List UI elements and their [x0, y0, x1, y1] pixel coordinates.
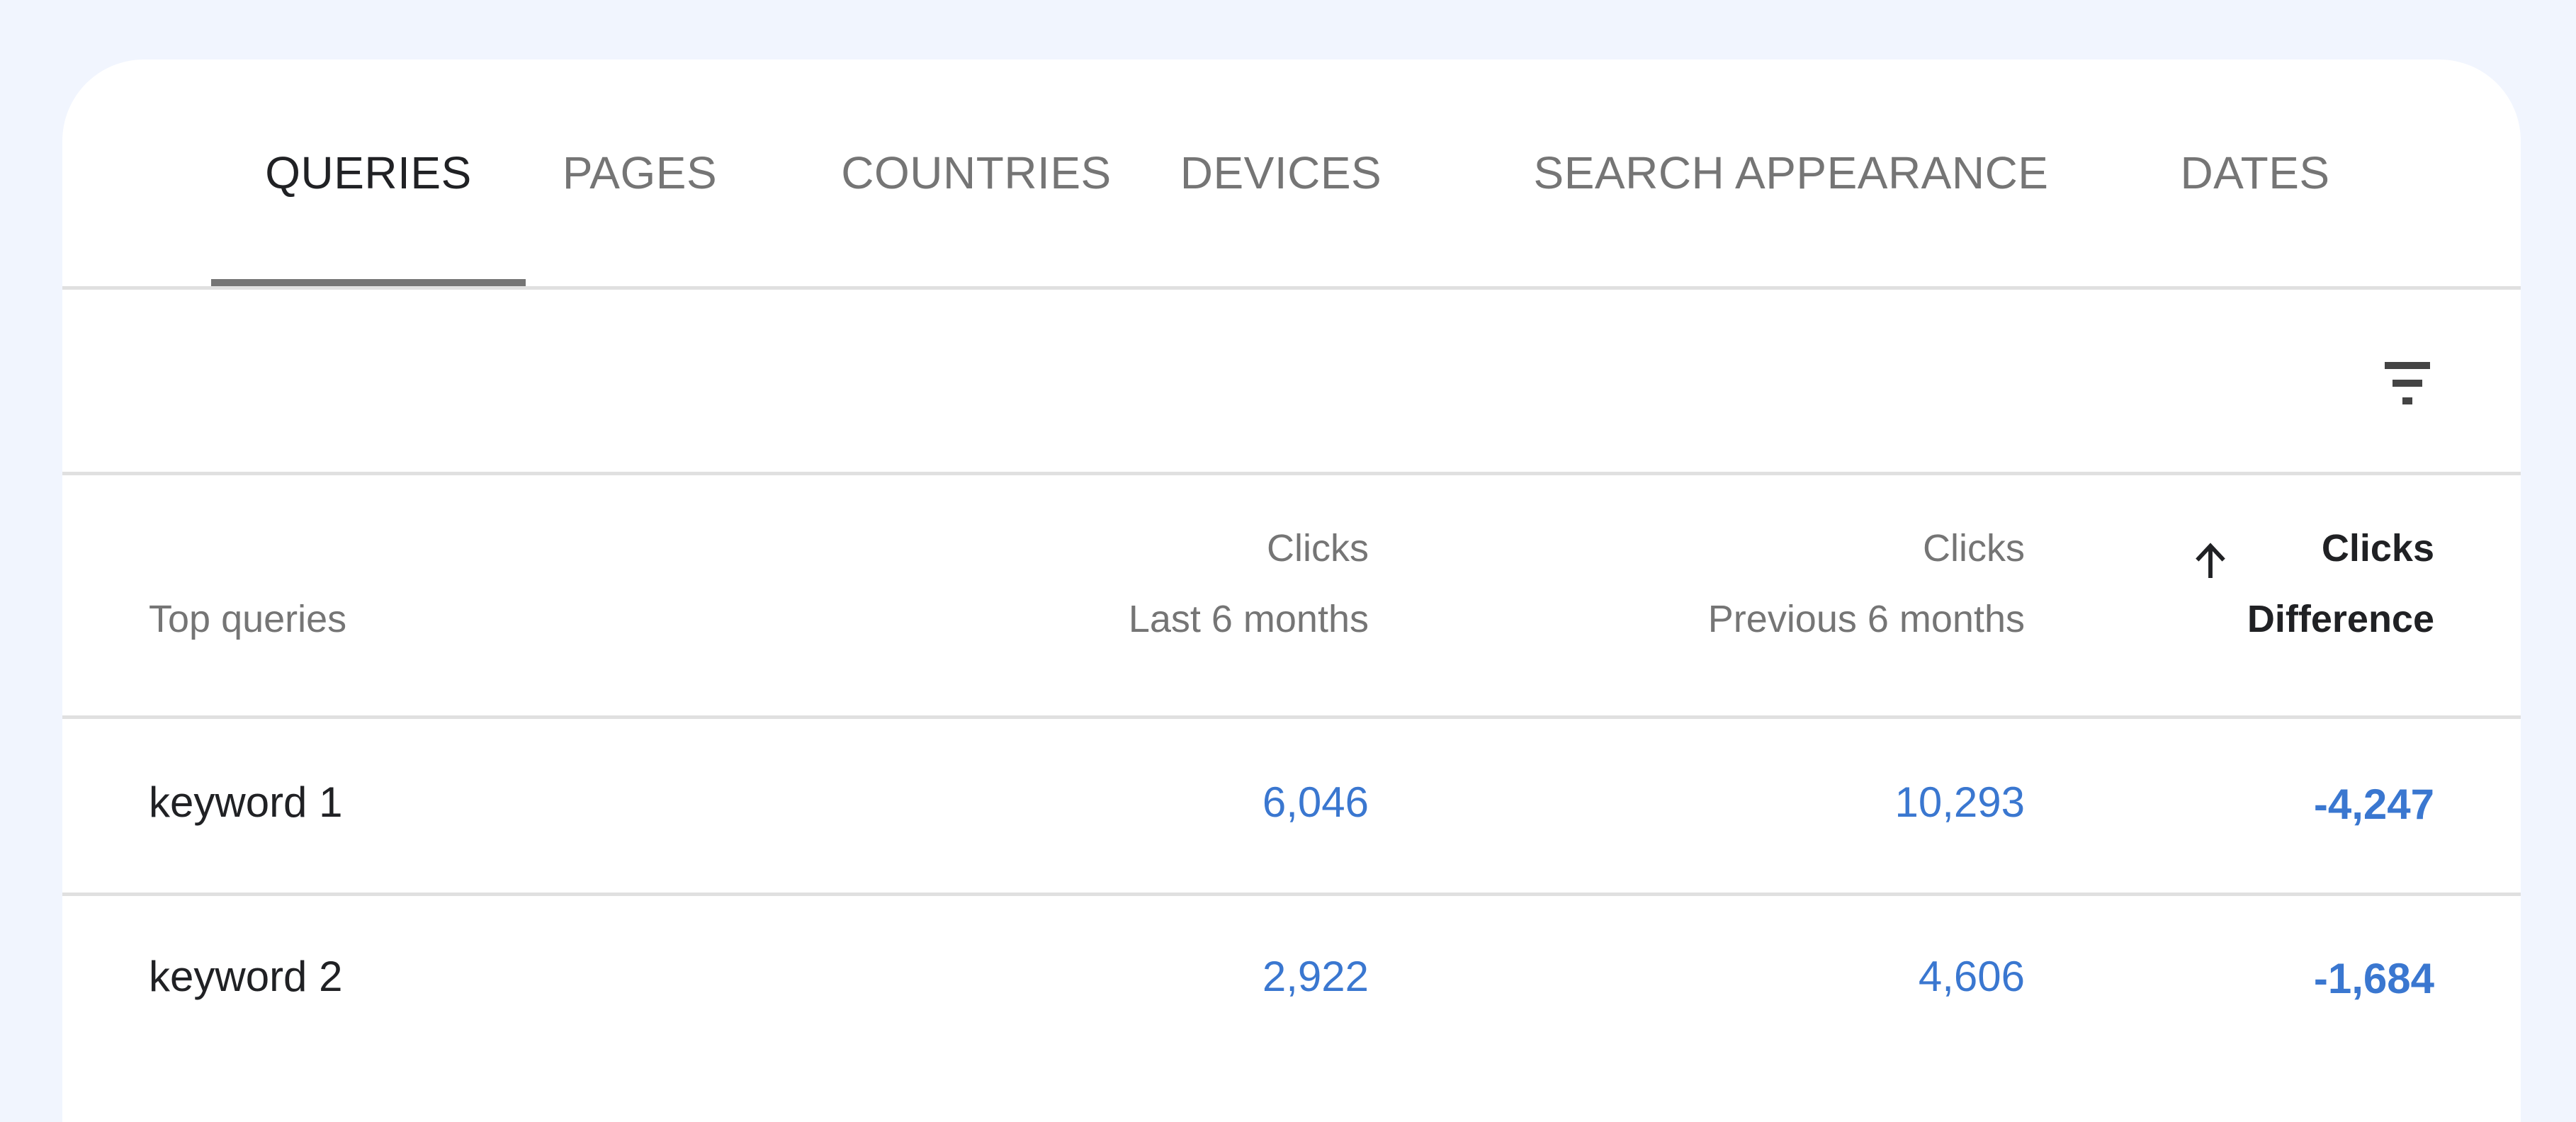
tab-dates[interactable]: DATES — [2167, 60, 2344, 286]
query-cell: keyword 2 — [149, 953, 343, 1000]
active-tab-indicator — [211, 279, 526, 286]
filter-button[interactable] — [2365, 343, 2450, 428]
column-header-clicks-difference-line2[interactable]: Difference — [2247, 584, 2434, 654]
column-header-clicks-last-line2[interactable]: Last 6 months — [1129, 584, 1369, 654]
clicks-difference-cell: -4,247 — [2313, 781, 2434, 828]
clicks-last-cell: 2,922 — [1262, 953, 1369, 1000]
row-divider — [62, 892, 2521, 896]
column-header-clicks-previous-line1[interactable]: Clicks — [1923, 513, 2025, 584]
header-divider — [62, 715, 2521, 719]
filter-row-divider — [62, 472, 2521, 475]
clicks-previous-cell: 4,606 — [1918, 953, 2025, 1000]
column-header-clicks-last-line1[interactable]: Clicks — [1267, 513, 1369, 584]
performance-card: QUERIES PAGES COUNTRIES DEVICES SEARCH A… — [62, 60, 2521, 1122]
clicks-last-cell: 6,046 — [1262, 778, 1369, 826]
tab-countries[interactable]: COUNTRIES — [827, 60, 1125, 286]
clicks-previous-cell: 10,293 — [1894, 778, 2025, 826]
tab-queries[interactable]: QUERIES — [211, 60, 526, 286]
tab-pages[interactable]: PAGES — [558, 60, 721, 286]
query-cell: keyword 1 — [149, 778, 343, 826]
tabs-divider — [62, 286, 2521, 290]
clicks-difference-cell: -1,684 — [2313, 955, 2434, 1002]
tab-search-appearance[interactable]: SEARCH APPEARANCE — [1529, 60, 2053, 286]
column-header-clicks-previous-line2[interactable]: Previous 6 months — [1708, 584, 2025, 654]
dimension-tabs: QUERIES PAGES COUNTRIES DEVICES SEARCH A… — [62, 60, 2521, 286]
column-header-top-queries[interactable]: Top queries — [149, 584, 346, 654]
column-header-clicks-difference-line1[interactable]: Clicks — [2322, 513, 2434, 584]
arrow-upward-icon[interactable] — [2188, 538, 2233, 584]
tab-devices[interactable]: DEVICES — [1168, 60, 1394, 286]
